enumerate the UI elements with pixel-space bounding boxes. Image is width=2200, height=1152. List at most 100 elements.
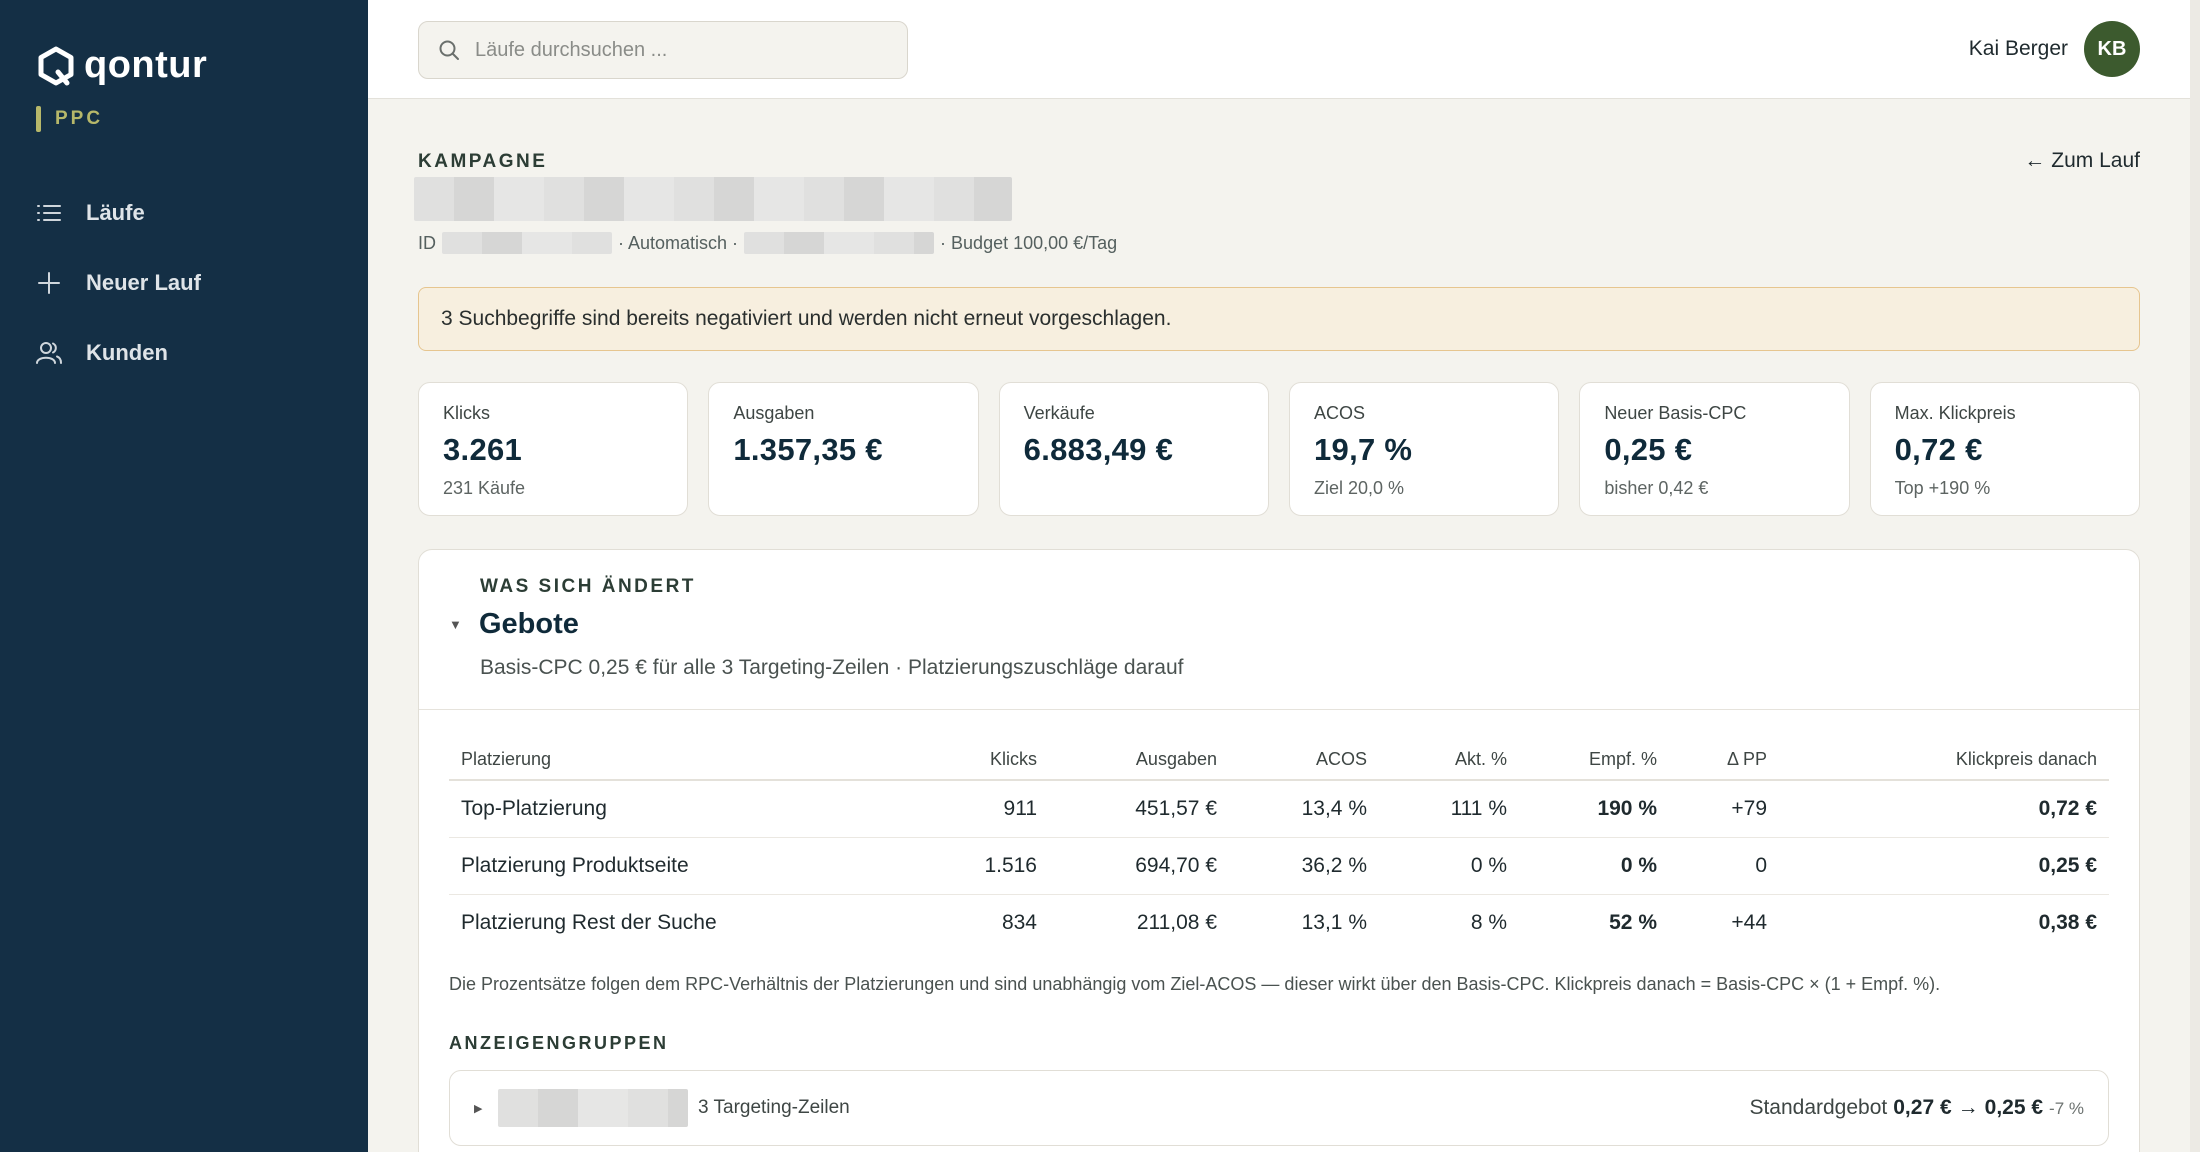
cell-current-pct: 8 %: [1470, 910, 1507, 934]
user-name: Kai Berger: [1968, 37, 2068, 60]
kpi-value: 1.357,35 €: [733, 432, 883, 467]
kpi-label: Ausgaben: [733, 403, 815, 423]
caret-right-icon[interactable]: ▶: [474, 1102, 488, 1115]
gebote-title: Gebote: [479, 608, 579, 640]
kpi-label: ACOS: [1313, 403, 1365, 423]
campaign-meta-redacted: [744, 232, 935, 254]
campaign-id-redacted: [442, 232, 612, 254]
cell-price-after: 0,25 €: [1779, 837, 2109, 895]
kpi-label: Max. Klickpreis: [1894, 403, 2016, 423]
kpi-sub: 231 Käufe: [443, 478, 526, 498]
table-row: Platzierung Rest der Suche 834 211,08 € …: [449, 894, 2109, 951]
list-icon: [37, 205, 61, 221]
plus-icon: [38, 272, 60, 294]
col-header: Platzierung: [449, 740, 919, 781]
campaign-overline: KAMPAGNE: [418, 151, 548, 172]
cell-clicks: 911: [919, 780, 1049, 838]
kpi-value: 0,25 €: [1604, 432, 1693, 467]
kpi-sub: Ziel 20,0 %: [1313, 478, 1405, 498]
search-box[interactable]: [418, 21, 908, 79]
product-tag-bar: [36, 106, 41, 132]
gebote-toggle[interactable]: ▼ Gebote: [449, 608, 579, 641]
kpi-label: Klicks: [443, 403, 491, 423]
arrow-left-icon: ←: [2024, 149, 2046, 172]
kpi-card-max-klickpreis: Max. Klickpreis 0,72 € Top +190 %: [1869, 382, 2140, 516]
kpi-card-verkaeufe: Verkäufe 6.883,49 €: [998, 382, 1269, 516]
col-header: Klickpreis danach: [1779, 740, 2109, 781]
adgroup-default-bid: Standardgebot 0,27 € → 0,25 € -7 %: [1749, 1096, 2084, 1120]
kpi-value: 3.261: [443, 432, 523, 467]
cell-spend: 211,08 €: [1136, 910, 1217, 934]
adgroup-name-redacted: [498, 1089, 688, 1127]
scrollbar-track[interactable]: [2190, 0, 2200, 1152]
meta-id-label: ID: [418, 232, 436, 253]
gebote-subtitle: Basis-CPC 0,25 € für alle 3 Targeting-Ze…: [480, 656, 1184, 679]
cell-recommended-pct: 190 %: [1519, 780, 1669, 838]
kpi-label: Verkäufe: [1023, 403, 1095, 423]
cell-price-after: 0,72 €: [1779, 780, 2109, 838]
col-header: Klicks: [919, 740, 1049, 781]
campaign-meta: ID · Automatisch · · Budget 100,00 €/Tag: [418, 232, 1117, 254]
bid-delta: -7 %: [2049, 1099, 2084, 1118]
users-icon: [36, 342, 62, 364]
product-tag: PPC: [36, 106, 103, 132]
search-icon: [439, 40, 459, 60]
cell-clicks: 1.516: [919, 837, 1049, 895]
kpi-card-klicks: Klicks 3.261 231 Käufe: [418, 382, 689, 516]
cell-placement: Platzierung Rest der Suche: [461, 910, 717, 934]
kpi-card-acos: ACOS 19,7 % Ziel 20,0 %: [1288, 382, 1560, 516]
col-header: Empf. %: [1519, 740, 1669, 781]
new-bid: 0,25 €: [1984, 1096, 2044, 1119]
kpi-value: 0,72 €: [1894, 432, 1983, 467]
table-row: Top-Platzierung 911 451,57 € 13,4 % 111 …: [449, 780, 2109, 838]
sidebar-item-label: Läufe: [86, 200, 145, 225]
cell-spend: 451,57 €: [1049, 780, 1229, 838]
adgroup-targeting-count: 3 Targeting-Zeilen: [698, 1097, 850, 1118]
user-menu[interactable]: Kai Berger KB: [1969, 21, 2140, 77]
cell-delta-pp: +44: [1731, 910, 1767, 934]
col-header: Δ PP: [1669, 740, 1779, 781]
cell-acos: 36,2 %: [1229, 837, 1379, 895]
kpi-card-basis-cpc: Neuer Basis-CPC 0,25 € bisher 0,42 €: [1579, 382, 1850, 516]
sidebar: qontur PPC Läufe Neuer Lauf Kunden: [0, 0, 368, 1152]
caret-down-icon[interactable]: ▼: [449, 617, 463, 632]
cell-recommended-pct: 0 %: [1519, 837, 1669, 895]
adgroups-overline: ANZEIGENGRUPPEN: [449, 1033, 669, 1053]
cell-clicks: 834: [1001, 910, 1037, 934]
cell-placement: Top-Platzierung: [449, 780, 919, 838]
kpi-value: 19,7 %: [1313, 432, 1413, 467]
changes-panel-header: WAS SICH ÄNDERT ▼ Gebote Basis-CPC 0,25 …: [419, 550, 2139, 710]
search-input[interactable]: [475, 38, 875, 62]
topbar: Kai Berger KB: [368, 0, 2190, 99]
cell-recommended-pct: 52 %: [1609, 910, 1657, 934]
meta-type: · Automatisch ·: [618, 232, 739, 253]
back-to-run-link[interactable]: ← Zum Lauf: [2024, 149, 2140, 173]
cell-spend: 694,70 €: [1049, 837, 1229, 895]
sidebar-item-kunden[interactable]: Kunden: [34, 318, 344, 388]
campaign-name-redacted: [414, 177, 1012, 221]
brand-name: qontur: [84, 44, 208, 86]
arrow-right-icon: →: [1957, 1096, 1979, 1119]
old-bid: 0,27 €: [1893, 1096, 1952, 1119]
cell-placement: Platzierung Produktseite: [449, 837, 919, 895]
sidebar-item-laeufe[interactable]: Läufe: [34, 178, 344, 248]
col-header: Akt. %: [1379, 740, 1519, 781]
table-row: Platzierung Produktseite 1.516 694,70 € …: [449, 837, 2109, 895]
kpi-sub: Top +190 %: [1894, 478, 1991, 498]
table-footnote: Die Prozentsätze folgen dem RPC-Verhältn…: [449, 974, 1941, 994]
cell-acos: 13,1 %: [1301, 910, 1367, 934]
sidebar-item-neuer-lauf[interactable]: Neuer Lauf: [34, 248, 344, 318]
cell-price-after: 0,38 €: [2038, 910, 2097, 934]
product-label: PPC: [55, 108, 104, 129]
kpi-sub: bisher 0,42 €: [1604, 478, 1709, 498]
cell-current-pct: 111 %: [1379, 780, 1519, 838]
brand-logo[interactable]: qontur: [36, 44, 207, 87]
cell-delta-pp: +79: [1669, 780, 1779, 838]
avatar[interactable]: KB: [2084, 21, 2140, 77]
adgroup-row[interactable]: ▶ 3 Targeting-Zeilen Standardgebot 0,27 …: [449, 1070, 2109, 1146]
sidebar-nav: Läufe Neuer Lauf Kunden: [34, 178, 344, 388]
cell-delta-pp: 0: [1669, 837, 1779, 895]
changes-panel: WAS SICH ÄNDERT ▼ Gebote Basis-CPC 0,25 …: [418, 549, 2140, 1152]
table-header-row: Platzierung Klicks Ausgaben ACOS Akt. % …: [449, 740, 2109, 781]
kpi-value: 6.883,49 €: [1023, 432, 1174, 467]
